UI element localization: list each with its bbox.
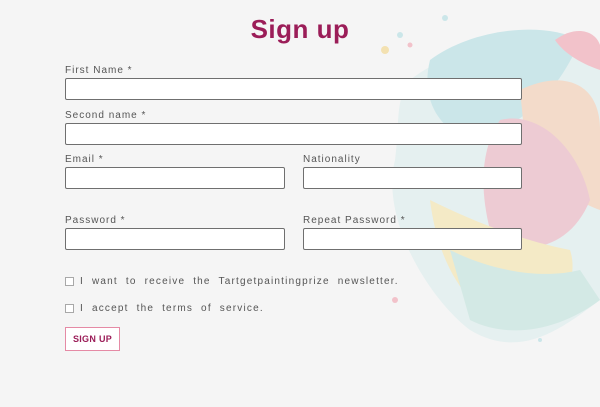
terms-option[interactable]: I accept the terms of service. — [65, 303, 264, 314]
password-input[interactable] — [65, 228, 285, 250]
second-name-input[interactable] — [65, 123, 522, 145]
terms-checkbox[interactable] — [65, 304, 74, 313]
first-name-input[interactable] — [65, 78, 522, 100]
page-title: Sign up — [250, 14, 350, 44]
newsletter-option[interactable]: I want to receive the Tartgetpaintingpri… — [65, 276, 399, 287]
newsletter-checkbox[interactable] — [65, 277, 74, 286]
terms-label: I accept the terms of service. — [80, 303, 264, 314]
newsletter-label: I want to receive the Tartgetpaintingpri… — [80, 276, 399, 287]
email-input[interactable] — [65, 167, 285, 189]
repeat-password-label: Repeat Password * — [303, 215, 406, 226]
password-label: Password * — [65, 215, 126, 226]
sign-up-button[interactable]: SIGN UP — [65, 327, 120, 351]
email-label: Email * — [65, 154, 104, 165]
nationality-input[interactable] — [303, 167, 522, 189]
repeat-password-input[interactable] — [303, 228, 522, 250]
second-name-label: Second name * — [65, 110, 147, 121]
nationality-label: Nationality — [303, 154, 361, 165]
first-name-label: First Name * — [65, 65, 133, 76]
